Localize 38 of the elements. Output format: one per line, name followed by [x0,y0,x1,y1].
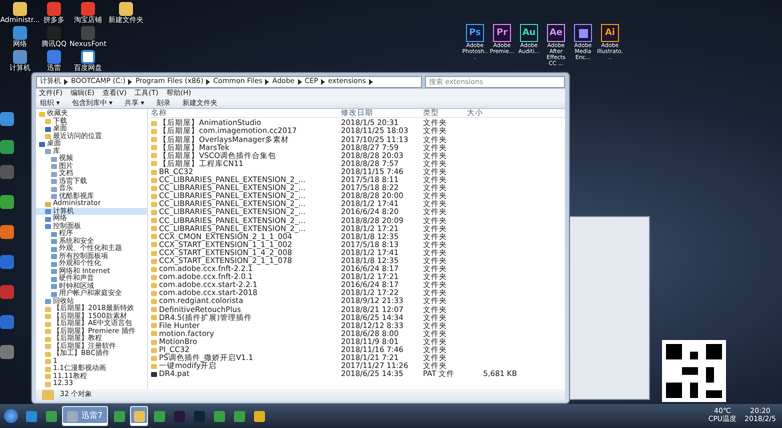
app-icon[interactable] [0,285,14,299]
folder-icon [45,119,51,124]
app-icon [46,410,56,422]
app-icon [214,410,224,422]
app-icon[interactable]: Ps [466,24,484,42]
app-icon[interactable]: Ai [601,24,619,42]
taskbar-button[interactable] [130,406,148,426]
chevron-icon[interactable] [64,79,68,85]
chevron-icon[interactable] [206,79,210,85]
app-icon[interactable] [0,345,14,359]
app-icon[interactable] [574,24,592,42]
qr-code-drawing [662,340,726,402]
app-icon[interactable] [47,50,61,64]
folder-icon [45,134,51,140]
app-icon[interactable] [0,195,14,209]
folder-icon[interactable] [13,2,27,16]
app-icon [234,410,244,422]
app-icon[interactable] [0,225,14,239]
app-icon[interactable] [0,255,14,269]
chevron-icon[interactable] [128,79,132,85]
folder-icon [134,410,144,422]
chevron-icon[interactable] [368,79,373,85]
app-icon[interactable] [0,315,14,329]
app-icon[interactable]: Au [520,24,538,42]
app-icon [154,410,164,422]
chevron-icon[interactable] [265,79,270,85]
app-icon[interactable] [0,140,14,154]
file-icon [151,372,157,377]
chevron-icon[interactable] [321,79,326,85]
app-icon[interactable] [47,2,61,16]
app-icon[interactable]: Ae [547,24,565,42]
app-icon [114,410,124,422]
chevron-icon[interactable] [298,79,302,85]
folder-icon [42,390,54,400]
app-icon[interactable] [81,2,95,16]
folder-icon[interactable] [119,2,133,16]
app-icon[interactable]: Pr [493,24,511,42]
app-icon[interactable] [0,112,14,126]
